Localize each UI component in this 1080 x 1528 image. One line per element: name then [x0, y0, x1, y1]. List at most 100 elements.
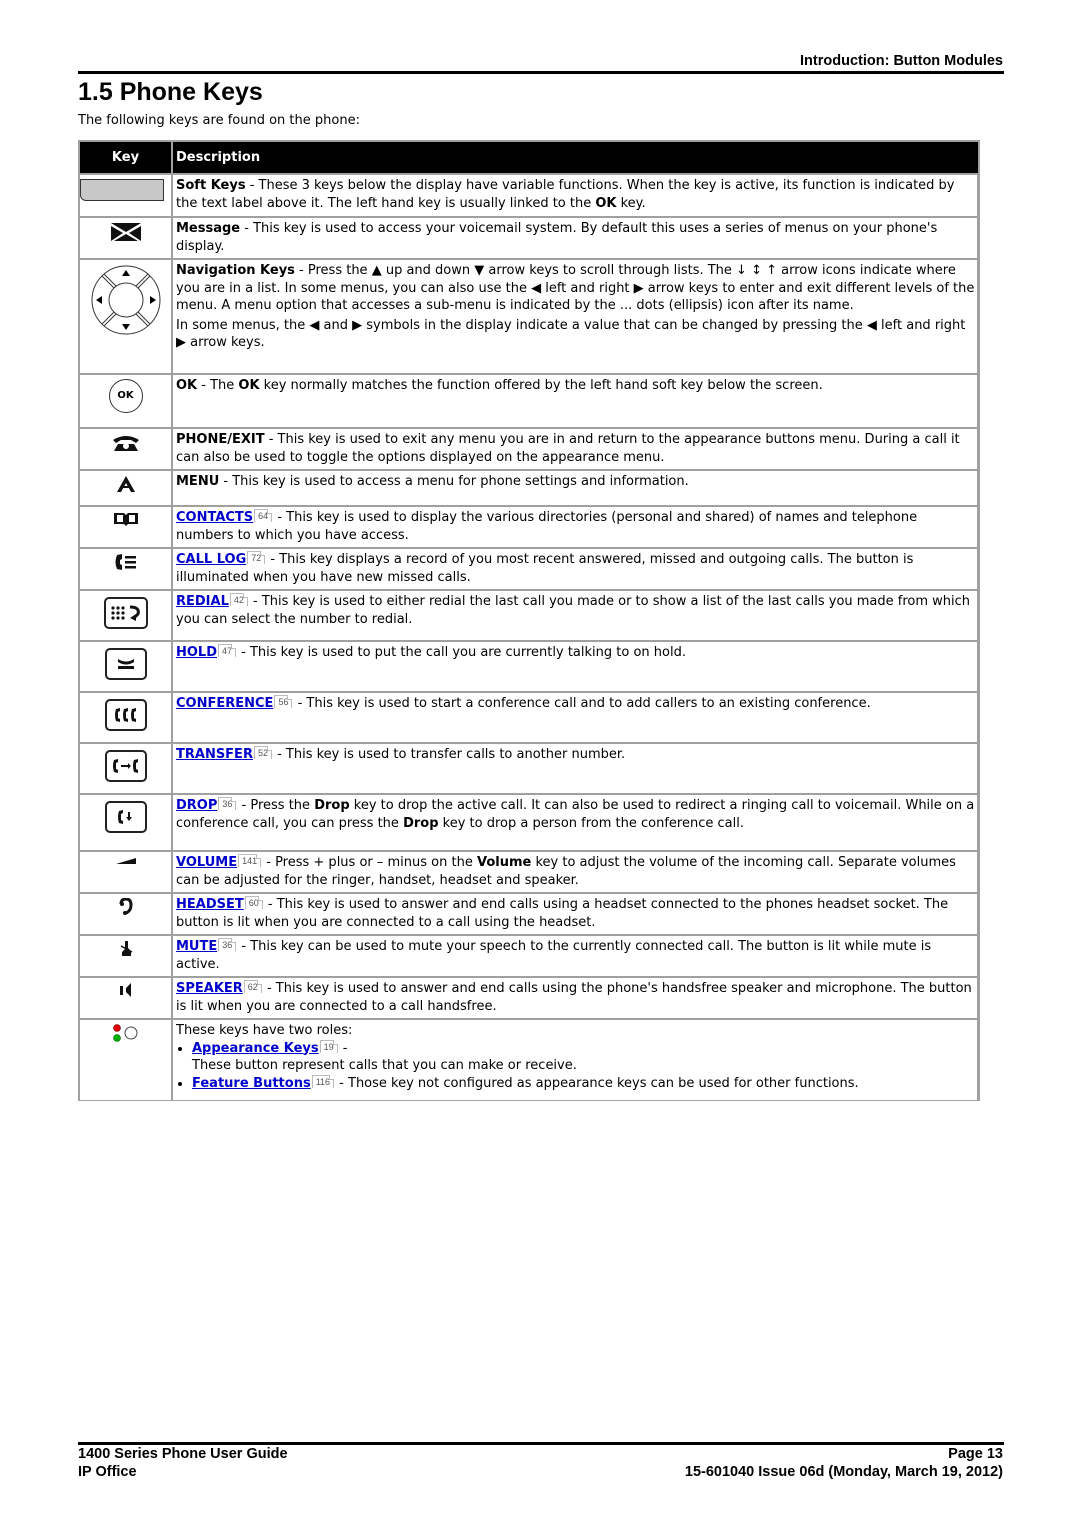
down-arrow-icon: ▼	[474, 263, 485, 278]
page-title: 1.5 Phone Keys	[78, 78, 263, 106]
key-cell	[80, 976, 173, 1018]
key-name: PHONE/EXIT	[176, 432, 265, 447]
description-cell: These keys have two roles: Appearance Ke…	[173, 1018, 978, 1100]
table-row: CONFERENCE 56 - This key is used to start…	[80, 691, 978, 742]
table-row: Soft Keys - These 3 keys below the displ…	[80, 175, 978, 216]
left-arrow-icon: ◀	[531, 280, 542, 296]
key-cell	[80, 793, 173, 850]
speaker-icon	[119, 983, 131, 997]
appearance-keys-link[interactable]: Appearance Keys	[192, 1041, 319, 1056]
feature-buttons-link[interactable]: Feature Buttons	[192, 1076, 311, 1091]
redial-link[interactable]: REDIAL	[176, 594, 229, 609]
table-row: HEADSET 60 - This key is used to answer a…	[80, 892, 978, 934]
description-cell: OK - The OK key normally matches the fun…	[173, 373, 978, 427]
description-cell: CALL LOG 72 - This key displays a record …	[173, 547, 978, 589]
key-cell	[80, 742, 173, 793]
description-cell: MENU - This key is used to access a menu…	[173, 469, 978, 505]
footer-page-number: Page 13	[948, 1446, 1003, 1462]
page-ref[interactable]: 42	[229, 593, 248, 606]
table-row: MENU - This key is used to access a menu…	[80, 469, 978, 505]
call-log-icon	[115, 554, 136, 570]
key-cell: OK	[80, 373, 173, 427]
description-cell: Message - This key is used to access you…	[173, 216, 978, 258]
description-cell: HOLD 47 - This key is used to put the cal…	[173, 640, 978, 691]
appearance-leds-icon	[112, 1024, 137, 1042]
transfer-link[interactable]: TRANSFER	[176, 747, 253, 762]
key-cell	[80, 850, 173, 892]
key-name: Message	[176, 221, 241, 236]
table-row: DROP 36 - Press the Drop key to drop the …	[80, 793, 978, 850]
up-arrow-icon: ▲	[371, 263, 382, 278]
headset-link[interactable]: HEADSET	[176, 897, 244, 912]
description-cell: DROP 36 - Press the Drop key to drop the …	[173, 793, 978, 850]
description-cell: TRANSFER 52 - This key is used to transfe…	[173, 742, 978, 793]
list-item: Feature Buttons116 - Those key not confi…	[192, 1074, 975, 1093]
page-ref[interactable]: 36	[218, 797, 237, 810]
section-header: Introduction: Button Modules	[800, 53, 1003, 69]
call-log-link[interactable]: CALL LOG	[176, 552, 246, 567]
key-cell	[80, 216, 173, 258]
key-name: OK	[176, 378, 198, 393]
key-name: MENU	[176, 474, 220, 489]
phone-exit-icon	[112, 436, 139, 451]
key-cell	[80, 427, 173, 469]
key-name: Soft Keys	[176, 178, 246, 193]
ok-key-icon: OK	[108, 379, 143, 413]
volume-icon	[115, 858, 136, 864]
key-cell	[80, 934, 173, 976]
page-ref[interactable]: 36	[218, 938, 237, 951]
description-cell: VOLUME 141 - Press + plus or – minus on t…	[173, 850, 978, 892]
conference-icon	[104, 699, 147, 731]
page-ref[interactable]: 72	[247, 551, 266, 564]
key-cell	[80, 258, 173, 373]
description-cell: Soft Keys - These 3 keys below the displ…	[173, 175, 978, 216]
contacts-book-icon	[113, 513, 138, 526]
page-ref[interactable]: 62	[243, 980, 262, 993]
footer-guide-title: 1400 Series Phone User Guide	[78, 1446, 288, 1462]
key-cell	[80, 892, 173, 934]
envelope-icon	[110, 223, 141, 241]
hold-icon	[104, 648, 147, 680]
table-row: CALL LOG 72 - This key displays a record …	[80, 547, 978, 589]
description-cell: PHONE/EXIT - This key is used to exit an…	[173, 427, 978, 469]
conference-link[interactable]: CONFERENCE	[176, 696, 273, 711]
drop-link[interactable]: DROP	[176, 798, 217, 813]
contacts-link[interactable]: CONTACTS	[176, 510, 253, 525]
page-ref[interactable]: 60	[244, 896, 263, 909]
page-ref[interactable]: 116	[311, 1074, 335, 1088]
table-row: HOLD 47 - This key is used to put the cal…	[80, 640, 978, 691]
page-ref[interactable]: 52	[253, 746, 272, 759]
column-header-key: Key	[80, 142, 173, 175]
key-cell	[80, 175, 173, 216]
table-row: SPEAKER 62 - This key is used to answer a…	[80, 976, 978, 1018]
navigation-cluster-icon	[91, 265, 160, 335]
page-ref[interactable]: 141	[238, 854, 262, 867]
page-ref[interactable]: 64	[254, 509, 273, 522]
mute-link[interactable]: MUTE	[176, 939, 217, 954]
header-rule	[78, 71, 1004, 74]
table-row: OK OK - The OK key normally matches the …	[80, 373, 978, 427]
table-row: Navigation Keys - Press the ▲ up and dow…	[80, 258, 978, 373]
redial-icon	[103, 597, 148, 629]
footer-rule	[78, 1442, 1004, 1445]
roles-list: Appearance Keys19 -These button represen…	[176, 1039, 975, 1093]
volume-link[interactable]: VOLUME	[176, 855, 237, 870]
key-cell	[80, 547, 173, 589]
right-arrow-icon: ▶	[352, 317, 363, 333]
drop-icon	[104, 801, 147, 833]
description-cell: HEADSET 60 - This key is used to answer a…	[173, 892, 978, 934]
table-row: MUTE 36 - This key can be used to mute yo…	[80, 934, 978, 976]
page-ref[interactable]: 47	[218, 644, 237, 657]
column-header-description: Description	[173, 142, 978, 175]
page-ref[interactable]: 56	[274, 695, 293, 708]
key-cell	[80, 505, 173, 547]
hold-link[interactable]: HOLD	[176, 645, 217, 660]
phone-keys-table: Key Description Soft Keys - These 3 keys…	[78, 140, 980, 1101]
description-cell: SPEAKER 62 - This key is used to answer a…	[173, 976, 978, 1018]
table-row: Message - This key is used to access you…	[80, 216, 978, 258]
speaker-link[interactable]: SPEAKER	[176, 981, 243, 996]
table-header-row: Key Description	[80, 142, 978, 175]
page-ref[interactable]: 19	[319, 1039, 338, 1053]
footer-issue: 15-601040 Issue 06d (Monday, March 19, 2…	[684, 1464, 1003, 1480]
right-arrow-icon: ▶	[176, 335, 186, 350]
